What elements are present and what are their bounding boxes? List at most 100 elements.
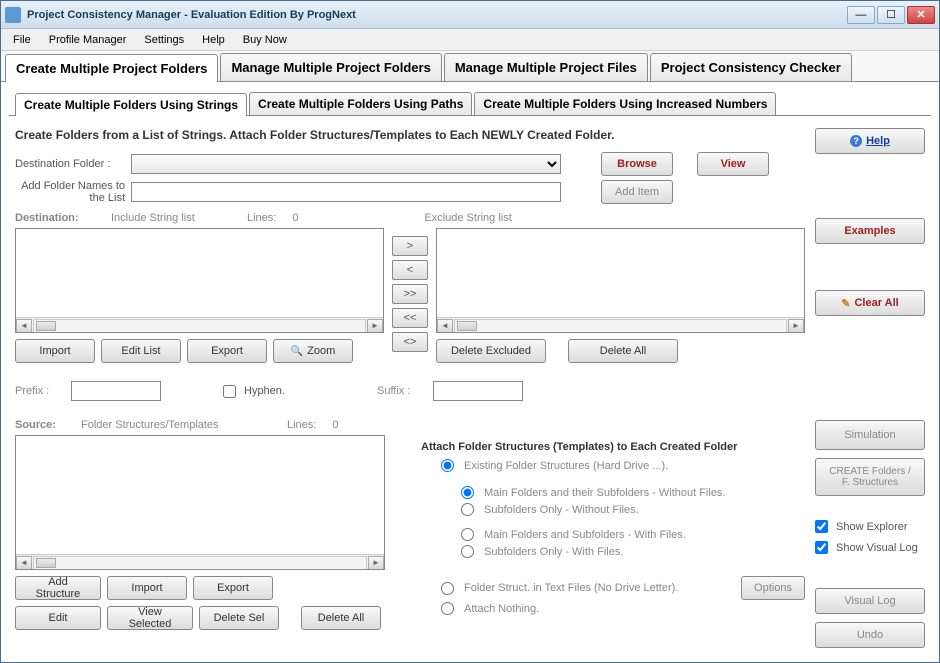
include-listbox[interactable]: ◄ ► (15, 228, 384, 333)
menu-help[interactable]: Help (194, 32, 233, 48)
radio-main-sub-files[interactable]: Main Folders and Subfolders - With Files… (421, 526, 805, 543)
add-structure-button[interactable]: Add Structure (15, 576, 101, 600)
export-button[interactable]: Export (187, 339, 267, 363)
lines-label-2: Lines: (287, 419, 316, 431)
tab-create-folders[interactable]: Create Multiple Project Folders (5, 54, 218, 82)
scroll-thumb[interactable] (457, 321, 477, 331)
window-title: Project Consistency Manager - Evaluation… (27, 9, 845, 21)
move-all-left-button[interactable]: << (392, 308, 428, 328)
radio-nothing[interactable]: Attach Nothing. (421, 600, 805, 617)
brush-icon (841, 297, 850, 310)
scroll-left-icon[interactable]: ◄ (16, 556, 32, 570)
hyphen-checkbox[interactable]: Hyphen. (223, 385, 285, 398)
maximize-button[interactable]: ☐ (877, 6, 905, 24)
undo-button[interactable]: Undo (815, 622, 925, 648)
subtab-paths[interactable]: Create Multiple Folders Using Paths (249, 92, 472, 115)
options-button[interactable]: Options (741, 576, 805, 600)
menu-file[interactable]: File (5, 32, 39, 48)
import-button[interactable]: Import (15, 339, 95, 363)
main-tabs: Create Multiple Project Folders Manage M… (1, 51, 939, 82)
scroll-right-icon[interactable]: ► (367, 319, 383, 333)
radio-textfiles-label: Folder Struct. in Text Files (No Drive L… (464, 582, 678, 594)
delete-excluded-button[interactable]: Delete Excluded (436, 339, 546, 363)
edit-button[interactable]: Edit (15, 606, 101, 630)
delete-all-button[interactable]: Delete All (568, 339, 678, 363)
browse-button[interactable]: Browse (601, 152, 673, 176)
prefix-input[interactable] (71, 381, 161, 401)
move-right-button[interactable]: > (392, 236, 428, 256)
tab-consistency-checker[interactable]: Project Consistency Checker (650, 53, 852, 81)
radio-existing[interactable]: Existing Folder Structures (Hard Drive .… (421, 457, 805, 474)
zoom-label: Zoom (307, 345, 335, 357)
right-column: ? Help Examples Clear All Simulation CRE… (815, 124, 925, 654)
content-area: Create Folders from a List of Strings. A… (1, 116, 939, 662)
radio-sub-no-files[interactable]: Subfolders Only - Without Files. (421, 501, 805, 518)
hyphen-check-input[interactable] (223, 385, 236, 398)
menu-settings[interactable]: Settings (136, 32, 192, 48)
include-label: Include String list (111, 212, 241, 224)
lines-count-2: 0 (322, 419, 338, 431)
attach-section-title: Attach Folder Structures (Templates) to … (421, 441, 805, 453)
view-button[interactable]: View (697, 152, 769, 176)
radio-main-sub-no-files[interactable]: Main Folders and their Subfolders - With… (421, 484, 805, 501)
radio-msnf-label: Main Folders and their Subfolders - With… (484, 487, 726, 499)
edit-list-button[interactable]: Edit List (101, 339, 181, 363)
tab-manage-folders[interactable]: Manage Multiple Project Folders (220, 53, 441, 81)
radio-textfiles[interactable]: Folder Struct. in Text Files (No Drive L… (421, 580, 741, 597)
suffix-input[interactable] (433, 381, 523, 401)
swap-button[interactable]: <> (392, 332, 428, 352)
suffix-label: Suffix : (377, 385, 427, 397)
show-explorer-checkbox[interactable]: Show Explorer (815, 520, 925, 533)
dest-folder-label: Destination Folder : (15, 158, 125, 170)
clear-all-button[interactable]: Clear All (815, 290, 925, 316)
scroll-thumb[interactable] (36, 558, 56, 568)
app-window: Project Consistency Manager - Evaluation… (0, 0, 940, 663)
scroll-left-icon[interactable]: ◄ (437, 319, 453, 333)
scroll-right-icon[interactable]: ► (368, 556, 384, 570)
view-selected-button[interactable]: View Selected (107, 606, 193, 630)
sub-tabs: Create Multiple Folders Using Strings Cr… (9, 86, 931, 116)
source-listbox[interactable]: ◄ ► (15, 435, 385, 570)
tab-manage-files[interactable]: Manage Multiple Project Files (444, 53, 648, 81)
visual-log-button[interactable]: Visual Log (815, 588, 925, 614)
lines-count-1: 0 (282, 212, 312, 224)
radio-existing-label: Existing Folder Structures (Hard Drive .… (464, 460, 668, 472)
subtab-strings[interactable]: Create Multiple Folders Using Strings (15, 93, 247, 116)
clear-all-label: Clear All (854, 297, 898, 309)
zoom-icon (291, 345, 303, 357)
close-button[interactable]: ✕ (907, 6, 935, 24)
export-structure-button[interactable]: Export (193, 576, 273, 600)
destination-label: Destination: (15, 212, 105, 224)
show-visual-log-label: Show Visual Log (836, 542, 918, 554)
help-button[interactable]: ? Help (815, 128, 925, 154)
add-names-input[interactable] (131, 182, 561, 202)
description-text: Create Folders from a List of Strings. A… (15, 124, 805, 152)
radio-nothing-label: Attach Nothing. (464, 603, 539, 615)
radio-msf-label: Main Folders and Subfolders - With Files… (484, 529, 686, 541)
scroll-right-icon[interactable]: ► (788, 319, 804, 333)
menu-buy-now[interactable]: Buy Now (235, 32, 295, 48)
minimize-button[interactable]: — (847, 6, 875, 24)
zoom-button[interactable]: Zoom (273, 339, 353, 363)
simulation-button[interactable]: Simulation (815, 420, 925, 450)
move-left-button[interactable]: < (392, 260, 428, 280)
create-folders-button[interactable]: CREATE Folders / F. Structures (815, 458, 925, 496)
delete-sel-button[interactable]: Delete Sel (199, 606, 279, 630)
menu-profile-manager[interactable]: Profile Manager (41, 32, 135, 48)
show-explorer-label: Show Explorer (836, 521, 908, 533)
move-all-right-button[interactable]: >> (392, 284, 428, 304)
radio-sub-files[interactable]: Subfolders Only - With Files. (421, 543, 805, 560)
add-item-button[interactable]: Add Item (601, 180, 673, 204)
exclude-listbox[interactable]: ◄ ► (436, 228, 805, 333)
prefix-label: Prefix : (15, 385, 65, 397)
scroll-left-icon[interactable]: ◄ (16, 319, 32, 333)
show-visual-log-checkbox[interactable]: Show Visual Log (815, 541, 925, 554)
dest-folder-combo[interactable] (131, 154, 561, 174)
examples-button[interactable]: Examples (815, 218, 925, 244)
subtab-numbers[interactable]: Create Multiple Folders Using Increased … (474, 92, 776, 115)
hyphen-label: Hyphen. (244, 385, 285, 397)
delete-all-structure-button[interactable]: Delete All (301, 606, 381, 630)
radio-snf-label: Subfolders Only - Without Files. (484, 504, 639, 516)
import-structure-button[interactable]: Import (107, 576, 187, 600)
scroll-thumb[interactable] (36, 321, 56, 331)
